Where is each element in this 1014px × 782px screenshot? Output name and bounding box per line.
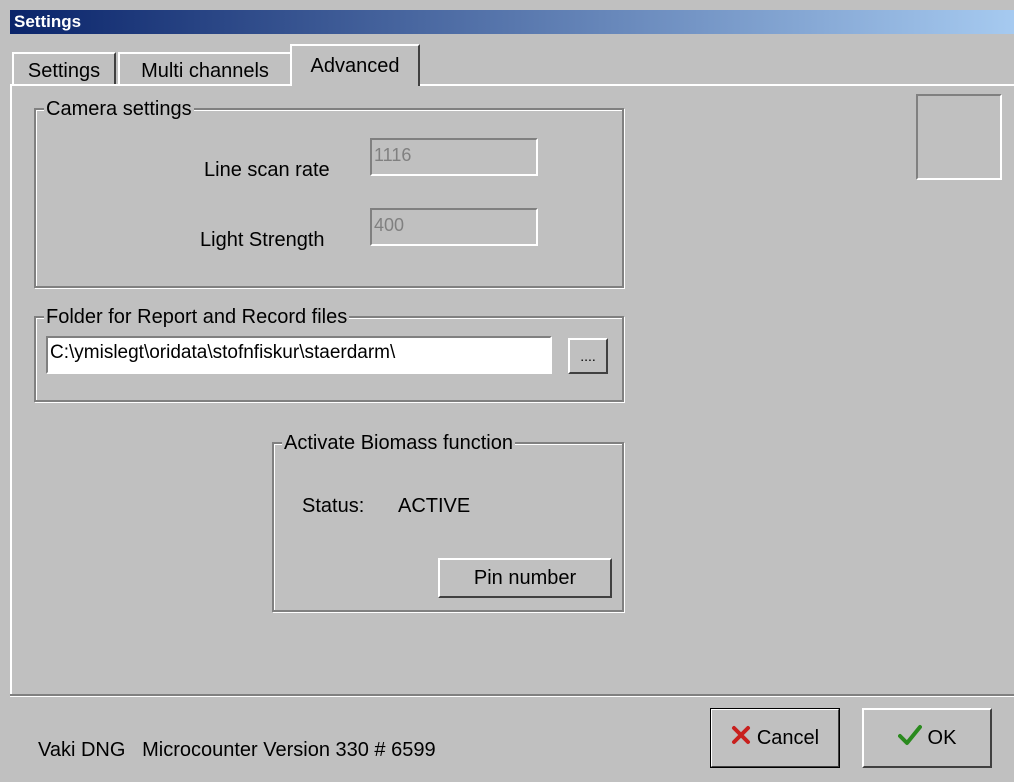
- folder-path-input[interactable]: C:\ymislegt\oridata\stofnfiskur\staerdar…: [46, 336, 552, 374]
- ok-label: OK: [927, 726, 957, 749]
- footer-bar: Vaki DNG Microcounter Version 330 # 6599…: [10, 694, 1014, 782]
- pin-number-button[interactable]: Pin number: [438, 558, 612, 598]
- tab-multi-channels[interactable]: Multi channels: [118, 52, 292, 86]
- biomass-group: Activate Biomass function Status: ACTIVE…: [272, 431, 624, 612]
- checkmark-icon: [897, 724, 922, 752]
- ok-button[interactable]: OK: [862, 708, 992, 768]
- folder-group: Folder for Report and Record files C:\ym…: [34, 305, 624, 402]
- status-value: ACTIVE: [398, 495, 471, 517]
- cancel-button[interactable]: Cancel: [710, 708, 840, 768]
- biomass-legend: Activate Biomass function: [282, 431, 515, 455]
- tab-settings[interactable]: Settings: [12, 52, 116, 86]
- browse-button[interactable]: ....: [568, 338, 608, 374]
- light-strength-label: Light Strength: [200, 229, 325, 251]
- window-title: Settings: [10, 10, 1014, 34]
- cancel-label: Cancel: [756, 726, 820, 749]
- image-placeholder-box: [916, 94, 1002, 180]
- advanced-panel: Camera settings Line scan rate 1116 Ligh…: [10, 84, 1014, 694]
- line-scan-rate-label: Line scan rate: [204, 159, 330, 181]
- tab-bar: Settings Multi channels Advanced: [10, 36, 1014, 86]
- folder-legend: Folder for Report and Record files: [44, 305, 350, 329]
- status-label: Status:: [302, 495, 365, 517]
- light-strength-field[interactable]: 400: [370, 208, 538, 246]
- camera-settings-group: Camera settings Line scan rate 1116 Ligh…: [34, 97, 624, 288]
- line-scan-rate-field[interactable]: 1116: [370, 138, 538, 176]
- camera-settings-legend: Camera settings: [44, 97, 194, 121]
- tab-advanced[interactable]: Advanced: [290, 44, 420, 86]
- version-text: Vaki DNG Microcounter Version 330 # 6599: [38, 739, 436, 761]
- x-icon: [731, 725, 751, 751]
